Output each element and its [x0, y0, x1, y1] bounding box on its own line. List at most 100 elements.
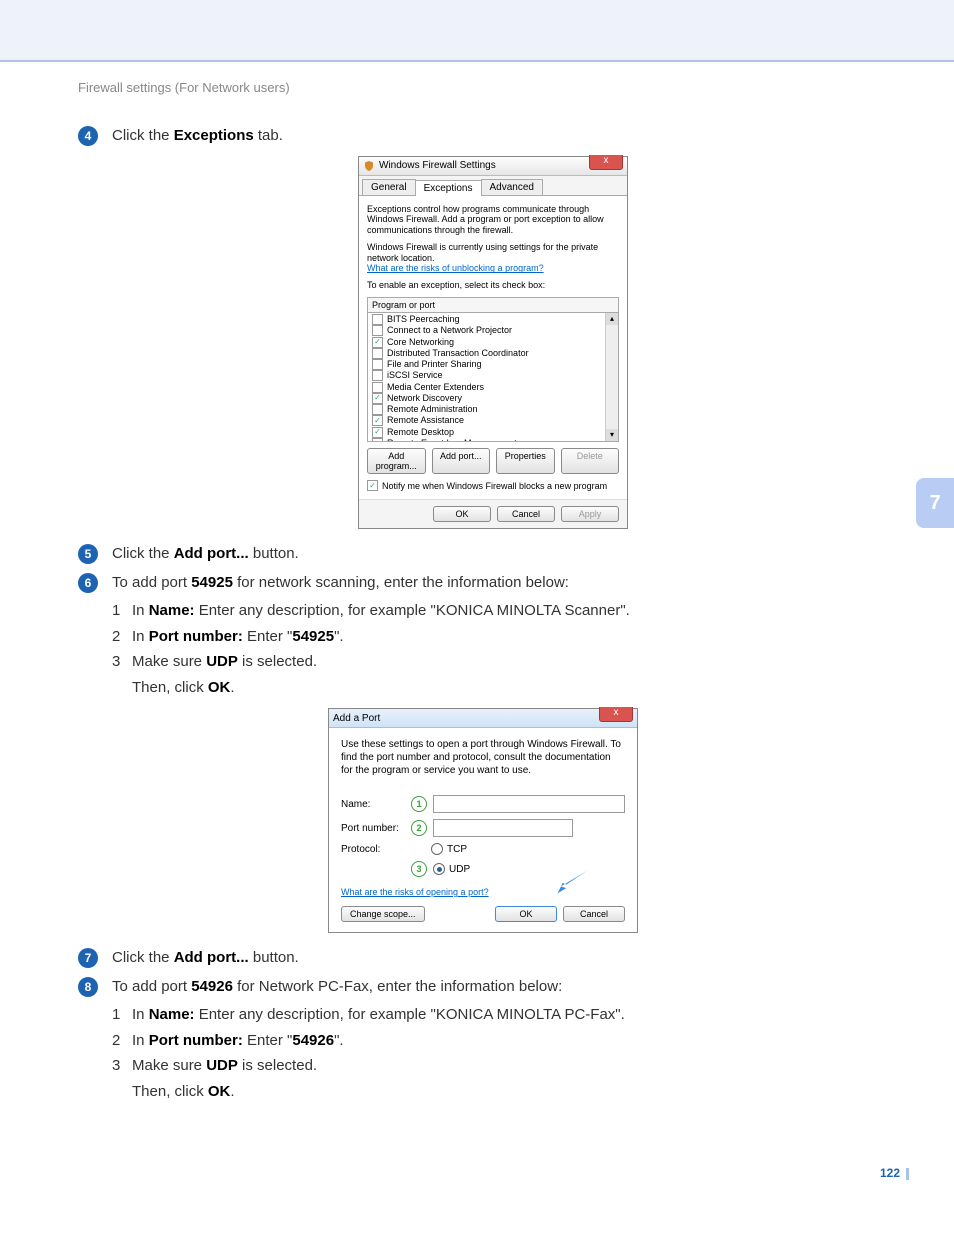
list-item-label: Remote Assistance	[387, 415, 464, 426]
list-item-label: Core Networking	[387, 337, 454, 348]
list-item[interactable]: Remote Assistance	[370, 415, 616, 426]
checkbox[interactable]	[372, 382, 383, 393]
list-item[interactable]: Remote Event Log Management	[370, 438, 616, 442]
risks-link[interactable]: What are the risks of opening a port?	[341, 887, 489, 897]
step-bullet: 8	[78, 977, 98, 997]
name-input[interactable]	[433, 795, 625, 813]
cancel-button[interactable]: Cancel	[563, 906, 625, 922]
callout-3: 3	[411, 861, 427, 877]
add-port-button[interactable]: Add port...	[432, 448, 491, 474]
list-item[interactable]: Connect to a Network Projector	[370, 325, 616, 336]
list-item-label: Connect to a Network Projector	[387, 325, 512, 336]
tcp-label: TCP	[447, 844, 467, 855]
ok-button[interactable]: OK	[433, 506, 491, 522]
list-item-label: File and Printer Sharing	[387, 359, 482, 370]
ok-button[interactable]: OK	[495, 906, 557, 922]
list-item[interactable]: File and Printer Sharing	[370, 359, 616, 370]
tab-general[interactable]: General	[362, 179, 416, 195]
notify-label: Notify me when Windows Firewall blocks a…	[382, 481, 607, 491]
apply-button[interactable]: Apply	[561, 506, 619, 522]
delete-button[interactable]: Delete	[561, 448, 620, 474]
list-item-label: Remote Event Log Management	[387, 438, 517, 442]
chapter-tab: 7	[916, 478, 954, 528]
port-row: Port number: 2	[341, 819, 625, 837]
checkbox[interactable]	[372, 359, 383, 370]
list-item-label: Network Discovery	[387, 393, 462, 404]
top-band	[0, 0, 954, 62]
list-item[interactable]: Media Center Extenders	[370, 382, 616, 393]
list-item[interactable]: iSCSI Service	[370, 370, 616, 381]
step-5: 5 Click the Add port... button.	[78, 543, 914, 566]
notify-checkbox[interactable]	[367, 480, 378, 491]
name-row: Name: 1	[341, 795, 625, 813]
checkbox[interactable]	[372, 370, 383, 381]
callout-1: 1	[411, 796, 427, 812]
exceptions-list[interactable]: BITS PeercachingConnect to a Network Pro…	[367, 313, 619, 442]
dialog-description-2: Windows Firewall is currently using sett…	[367, 242, 619, 274]
shield-icon	[363, 160, 375, 172]
properties-button[interactable]: Properties	[496, 448, 555, 474]
list-item-label: Media Center Extenders	[387, 382, 484, 393]
list-item-label: Distributed Transaction Coordinator	[387, 348, 529, 359]
tab-advanced[interactable]: Advanced	[481, 179, 543, 195]
checkbox[interactable]	[372, 415, 383, 426]
checkbox[interactable]	[372, 404, 383, 415]
arrow-icon	[554, 868, 589, 896]
list-item[interactable]: Core Networking	[370, 337, 616, 348]
change-scope-button[interactable]: Change scope...	[341, 906, 425, 922]
step-bullet: 7	[78, 948, 98, 968]
checkbox[interactable]	[372, 438, 383, 442]
step-bullet: 5	[78, 544, 98, 564]
cancel-button[interactable]: Cancel	[497, 506, 555, 522]
scroll-up-icon[interactable]: ▴	[606, 313, 618, 325]
close-button[interactable]: x	[589, 155, 623, 170]
page-number: 122	[880, 1166, 909, 1180]
dialog-title: Windows Firewall Settings	[379, 160, 496, 171]
step-7: 7 Click the Add port... button.	[78, 947, 914, 970]
checkbox[interactable]	[372, 314, 383, 325]
list-item-label: BITS Peercaching	[387, 314, 460, 325]
list-item[interactable]: Remote Desktop	[370, 427, 616, 438]
firewall-settings-dialog: Windows Firewall Settings x General Exce…	[358, 156, 628, 530]
step-6: 6 To add port 54925 for network scanning…	[78, 572, 914, 595]
checkbox[interactable]	[372, 325, 383, 336]
name-label: Name:	[341, 799, 411, 810]
list-item[interactable]: Remote Administration	[370, 404, 616, 415]
step-4: 4 Click the Exceptions tab.	[78, 125, 914, 148]
checkbox[interactable]	[372, 427, 383, 438]
list-item[interactable]: Distributed Transaction Coordinator	[370, 348, 616, 359]
titlebar: Windows Firewall Settings x	[359, 157, 627, 176]
add-program-button[interactable]: Add program...	[367, 448, 426, 474]
tab-strip: General Exceptions Advanced	[359, 176, 627, 196]
tab-exceptions[interactable]: Exceptions	[415, 180, 482, 196]
scroll-down-icon[interactable]: ▾	[606, 429, 618, 441]
dialog-description: Exceptions control how programs communic…	[367, 204, 619, 236]
tcp-radio[interactable]	[431, 843, 443, 855]
checkbox[interactable]	[372, 348, 383, 359]
close-button[interactable]: x	[599, 707, 633, 722]
udp-label: UDP	[449, 864, 470, 875]
list-item[interactable]: BITS Peercaching	[370, 314, 616, 325]
dialog-description: Use these settings to open a port throug…	[341, 738, 625, 777]
step-bullet: 4	[78, 126, 98, 146]
checkbox[interactable]	[372, 337, 383, 348]
scrollbar[interactable]: ▴ ▾	[605, 313, 618, 441]
list-item-label: iSCSI Service	[387, 370, 443, 381]
callout-2: 2	[411, 820, 427, 836]
list-item-label: Remote Desktop	[387, 427, 454, 438]
titlebar: Add a Port x	[329, 709, 637, 728]
port-input[interactable]	[433, 819, 573, 837]
notify-checkbox-row[interactable]: Notify me when Windows Firewall blocks a…	[367, 480, 619, 491]
add-a-port-dialog: Add a Port x Use these settings to open …	[328, 708, 638, 933]
risks-link[interactable]: What are the risks of unblocking a progr…	[367, 263, 544, 273]
dialog-title: Add a Port	[333, 713, 380, 724]
checkbox[interactable]	[372, 393, 383, 404]
list-item-label: Remote Administration	[387, 404, 478, 415]
list-item[interactable]: Network Discovery	[370, 393, 616, 404]
running-header: Firewall settings (For Network users)	[78, 80, 914, 95]
step-8: 8 To add port 54926 for Network PC-Fax, …	[78, 976, 914, 999]
protocol-label: Protocol:	[341, 844, 411, 855]
protocol-row: Protocol: TCP	[341, 843, 625, 855]
udp-radio[interactable]	[433, 863, 445, 875]
enable-label: To enable an exception, select its check…	[367, 280, 619, 291]
